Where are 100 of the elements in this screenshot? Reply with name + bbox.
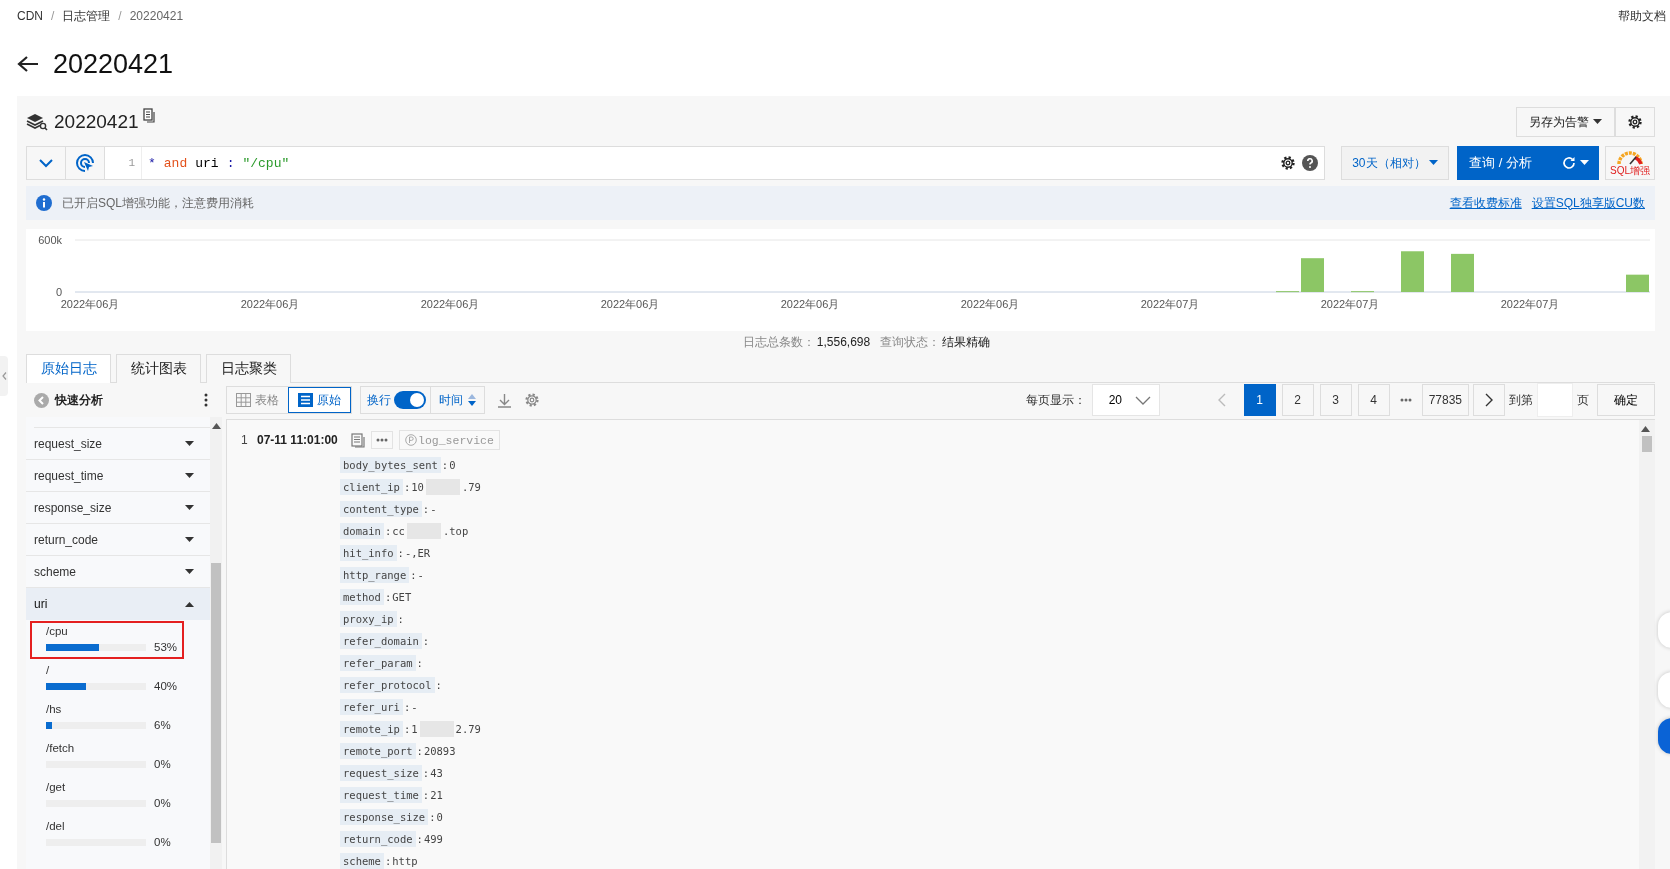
query-editor[interactable]: 1 * and uri : "/cpu"	[104, 146, 1326, 180]
document-icon[interactable]	[351, 432, 365, 448]
value-label[interactable]: /hs	[46, 703, 182, 717]
field-value: http	[392, 855, 418, 867]
caret-down-icon	[185, 536, 194, 543]
chevron-left-icon	[1, 372, 7, 380]
next-page-button[interactable]	[1473, 384, 1505, 416]
tab[interactable]: 原始日志	[26, 354, 111, 383]
scrollbar-thumb[interactable]	[1642, 436, 1652, 452]
wrap-toggle[interactable]	[394, 391, 426, 409]
field-value: 1	[411, 723, 418, 735]
field-value: cc	[392, 525, 405, 537]
axis-label: 2022年06月	[240, 298, 300, 310]
page-button[interactable]: 77835	[1421, 384, 1469, 416]
copy-icon[interactable]	[142, 108, 155, 123]
notice-text: 已开启SQL增强功能，注意费用消耗	[62, 194, 254, 212]
page-button[interactable]: 2	[1281, 384, 1314, 416]
download-icon[interactable]	[497, 392, 512, 408]
value-label[interactable]: /cpu	[46, 625, 182, 639]
colon-text: :	[440, 459, 450, 471]
caret-icon	[1593, 119, 1602, 125]
value-label[interactable]: /	[46, 664, 182, 678]
view-mode-button[interactable]: 原始	[288, 387, 351, 413]
page-button[interactable]: 1	[1243, 384, 1276, 416]
field-key[interactable]: request_time	[340, 787, 422, 803]
field-key[interactable]: refer_protocol	[340, 677, 435, 693]
back-arrow-icon[interactable]	[17, 55, 39, 73]
value-label[interactable]: /get	[46, 781, 182, 795]
field-key[interactable]: body_bytes_sent	[340, 457, 441, 473]
colon-text: :	[421, 767, 430, 779]
help-icon[interactable]	[1302, 155, 1319, 171]
settings-icon[interactable]	[1280, 155, 1297, 171]
field-key[interactable]: response_size	[340, 809, 429, 825]
field-key[interactable]: return_code	[340, 831, 416, 847]
histogram-bar[interactable]	[1451, 253, 1474, 292]
sql-enhance-button[interactable]: SQL增强	[1605, 146, 1655, 180]
notice-link[interactable]: 设置SQL独享版CU数	[1531, 194, 1645, 212]
colon-text: :	[402, 701, 412, 713]
collapse-button[interactable]	[26, 146, 66, 180]
page-size-label: 每页显示：	[1025, 391, 1086, 409]
value-label[interactable]: /fetch	[46, 742, 182, 756]
collapse-icon[interactable]	[34, 392, 49, 408]
scrollbar-thumb[interactable]	[211, 563, 221, 843]
field-key[interactable]: proxy_ip	[340, 611, 397, 627]
percent-text: 0%	[154, 797, 171, 809]
settings-button[interactable]	[1615, 107, 1655, 137]
help-link[interactable]: 帮助文档	[1618, 7, 1666, 25]
confirm-button[interactable]: 确定	[1597, 384, 1655, 416]
field-key[interactable]: http_range	[340, 567, 410, 583]
field-key[interactable]: hit_info	[340, 545, 397, 561]
colon-text: :	[383, 525, 393, 537]
field-key[interactable]: refer_domain	[340, 633, 422, 649]
page-unit-label: 页	[1577, 391, 1589, 409]
breadcrumb-link[interactable]: CDN	[17, 9, 43, 23]
axis-label: 2022年06月	[420, 298, 480, 310]
notice-link[interactable]: 查看收费标准	[1449, 194, 1522, 212]
caret-up-icon	[185, 601, 194, 607]
colon-text: :	[383, 591, 392, 603]
field-key[interactable]: method	[340, 589, 384, 605]
tab[interactable]: 日志聚类	[206, 354, 291, 383]
colon-text: :	[396, 547, 405, 559]
field-key[interactable]: content_type	[340, 501, 422, 517]
field-key[interactable]: domain	[340, 523, 384, 539]
field-key[interactable]: request_size	[340, 765, 422, 781]
query-token: and	[163, 155, 188, 171]
page-size-select[interactable]: 20	[1091, 384, 1160, 416]
colon-text: :	[421, 635, 431, 647]
side-handle[interactable]	[0, 356, 8, 396]
more-button[interactable]	[371, 431, 393, 449]
field-key[interactable]: remote_ip	[340, 721, 403, 737]
field-key[interactable]: refer_uri	[340, 699, 403, 715]
page-button[interactable]: 4	[1357, 384, 1390, 416]
field-key[interactable]: refer_param	[340, 655, 416, 671]
page-button[interactable]: 3	[1319, 384, 1352, 416]
ellipsis-icon	[376, 438, 388, 442]
page-number-field[interactable]	[1537, 383, 1573, 417]
field-value: -	[430, 503, 437, 515]
field-key[interactable]: client_ip	[340, 479, 403, 495]
percent-text: 0%	[154, 758, 171, 770]
breadcrumb-separator: /	[118, 9, 122, 23]
time-range-select[interactable]: 30天（相对）	[1341, 146, 1450, 180]
breadcrumb-link[interactable]: 20220421	[129, 9, 184, 23]
field-key[interactable]: remote_port	[340, 743, 416, 759]
percent-text: 40%	[154, 680, 178, 692]
field-row[interactable]: uri	[26, 588, 210, 620]
list-icon	[298, 393, 313, 407]
log-time: 07-11 11:01:00	[257, 433, 339, 447]
query-token: :	[226, 155, 235, 171]
field-picker-button[interactable]	[65, 146, 105, 180]
axis-label: 2022年07月	[1500, 298, 1560, 310]
breadcrumb-link[interactable]: 日志管理	[62, 7, 111, 25]
source-text: log_service	[418, 433, 494, 447]
value-label[interactable]: /del	[46, 820, 182, 834]
more-icon[interactable]	[204, 393, 208, 407]
axis-label: 2022年06月	[960, 298, 1020, 310]
save-alert-button[interactable]: 另存为告警	[1516, 107, 1615, 137]
tab[interactable]: 统计图表	[116, 354, 201, 383]
field-key[interactable]: scheme	[340, 853, 384, 869]
cursor-target-icon	[75, 153, 95, 173]
grid-icon	[236, 393, 251, 407]
